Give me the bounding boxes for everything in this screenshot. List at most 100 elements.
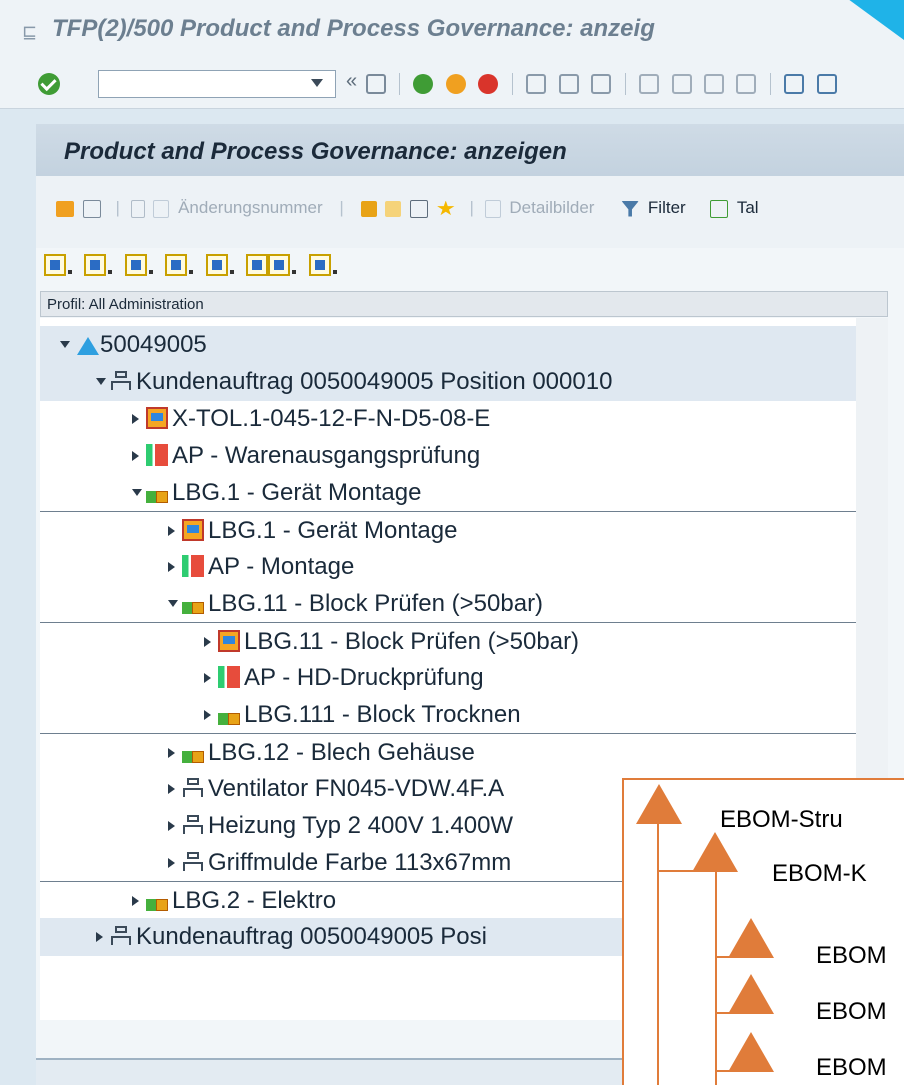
dropdown-dot-icon[interactable] — [331, 254, 339, 276]
table-icon[interactable] — [710, 199, 729, 218]
collapsed-triangle-icon[interactable] — [132, 451, 139, 461]
dropdown-dot-icon[interactable] — [290, 254, 298, 276]
tree-expand-icon[interactable] — [385, 200, 402, 217]
last-page-icon[interactable] — [736, 74, 757, 94]
print-icon[interactable] — [268, 254, 291, 276]
dropdown-dot-icon[interactable] — [187, 254, 195, 276]
material-icon — [182, 519, 204, 541]
root-icon — [74, 333, 99, 355]
back-collapse-icon[interactable]: « — [346, 70, 357, 92]
folder-open-icon[interactable] — [56, 200, 74, 217]
next-page-icon[interactable] — [704, 74, 725, 94]
bottom-panel — [36, 1058, 636, 1085]
enter-check-icon[interactable] — [38, 73, 60, 95]
document-icon[interactable] — [130, 199, 145, 218]
ebom-triangle-icon — [692, 832, 738, 872]
page-title: Product and Process Governance: anzeigen — [64, 138, 567, 165]
window-menu-icon[interactable]: ⊑ — [22, 22, 37, 43]
tree-node-label: LBG.11 - Block Prüfen (>50bar) — [244, 628, 580, 655]
tree-node[interactable]: Kundenauftrag 0050049005 Position 000010 — [40, 363, 856, 401]
shortcut-icon[interactable] — [816, 74, 837, 94]
tree-node[interactable]: LBG.11 - Block Prüfen (>50bar) — [40, 585, 856, 623]
connector-line — [715, 870, 717, 1085]
collapsed-triangle-icon[interactable] — [132, 414, 139, 424]
toolbar-separator — [511, 73, 513, 95]
collapse-all-icon[interactable] — [84, 254, 107, 276]
dropdown-dot-icon[interactable] — [228, 254, 236, 276]
tree-node[interactable]: LBG.12 - Blech Gehäuse — [40, 733, 856, 771]
layout-icon[interactable] — [308, 254, 331, 276]
chevron-down-icon[interactable] — [311, 79, 323, 87]
collapsed-triangle-icon[interactable] — [204, 673, 211, 683]
filter-icon[interactable] — [621, 200, 640, 217]
collapsed-triangle-icon[interactable] — [132, 896, 139, 906]
exit-icon[interactable] — [445, 74, 466, 94]
collapsed-triangle-icon[interactable] — [168, 858, 175, 868]
find-icon[interactable] — [558, 74, 579, 94]
sort-icon[interactable] — [124, 254, 147, 276]
details-icon[interactable] — [205, 254, 228, 276]
tree-node-label: Kundenauftrag 0050049005 Position 000010 — [136, 368, 613, 395]
expanded-triangle-icon[interactable] — [96, 378, 106, 385]
new-session-icon[interactable] — [784, 74, 805, 94]
command-field[interactable] — [98, 70, 336, 98]
profile-header: Profil: All Administration — [40, 291, 888, 317]
tree-structure-icon[interactable] — [360, 200, 377, 217]
work-plan-icon — [218, 666, 240, 688]
cancel-icon[interactable] — [478, 74, 499, 94]
glasses-icon[interactable] — [82, 199, 101, 218]
expanded-triangle-icon[interactable] — [132, 489, 142, 496]
collapsed-triangle-icon[interactable] — [168, 562, 175, 572]
expanded-triangle-icon[interactable] — [168, 600, 178, 607]
tree-node[interactable]: LBG.1 - Gerät Montage — [40, 511, 856, 549]
dropdown-dot-icon[interactable] — [147, 254, 155, 276]
work-plan-icon — [182, 555, 204, 577]
tree-node[interactable]: LBG.1 - Gerät Montage — [40, 474, 856, 512]
tree-node-label: Griffmulde Farbe 113x67mm — [208, 849, 512, 876]
expanded-triangle-icon[interactable] — [60, 341, 70, 348]
tree-node[interactable]: AP - Warenausgangsprüfung — [40, 437, 856, 475]
tree-node[interactable]: AP - HD-Druckprüfung — [40, 659, 856, 697]
tree-node[interactable]: X-TOL.1-045-12-F-N-D5-08-E — [40, 400, 856, 438]
columns-icon[interactable] — [410, 199, 429, 218]
refresh-icon[interactable] — [165, 254, 188, 276]
detail-images-icon[interactable] — [484, 199, 501, 218]
ebom-label: EBOM — [816, 942, 887, 969]
find-icon[interactable] — [246, 254, 269, 276]
detail-images-button[interactable]: Detailbilder — [509, 198, 594, 217]
dropdown-dot-icon[interactable] — [106, 254, 114, 276]
change-number-button[interactable]: Änderungsnummer — [178, 198, 323, 217]
collapsed-triangle-icon[interactable] — [168, 784, 175, 794]
change-number-icon[interactable] — [153, 199, 170, 218]
dropdown-dot-icon[interactable] — [66, 254, 74, 276]
collapsed-triangle-icon[interactable] — [204, 637, 211, 647]
expand-all-icon[interactable] — [44, 254, 66, 276]
collapsed-triangle-icon[interactable] — [168, 821, 175, 831]
toolbar-separator — [769, 73, 771, 95]
filter-button[interactable]: Filter — [648, 198, 686, 217]
favorite-star-icon[interactable] — [437, 200, 455, 216]
assembly-group-icon — [182, 741, 204, 763]
table-button[interactable]: Tal — [737, 198, 759, 217]
tree-node[interactable]: AP - Montage — [40, 548, 856, 586]
collapsed-triangle-icon[interactable] — [204, 710, 211, 720]
title-bar: ⊑ TFP(2)/500 Product and Process Governa… — [0, 0, 904, 60]
tree-node-label: LBG.12 - Blech Gehäuse — [208, 739, 475, 766]
collapsed-triangle-icon[interactable] — [168, 526, 175, 536]
tree-node-label: AP - Warenausgangsprüfung — [172, 442, 481, 469]
tree-node[interactable]: 50049005 — [40, 326, 856, 364]
tree-node-label: X-TOL.1-045-12-F-N-D5-08-E — [172, 405, 491, 432]
tree-node[interactable]: LBG.11 - Block Prüfen (>50bar) — [40, 622, 856, 660]
material-icon — [218, 630, 240, 652]
ebom-structure-overlay: EBOM-Stru EBOM-K EBOM EBOM EBOM — [622, 778, 904, 1085]
collapsed-triangle-icon[interactable] — [168, 748, 175, 758]
tree-node[interactable]: LBG.111 - Block Trocknen — [40, 696, 856, 734]
first-page-icon[interactable] — [639, 74, 660, 94]
save-icon[interactable] — [365, 74, 386, 94]
find-next-icon[interactable] — [591, 74, 612, 94]
back-icon[interactable] — [413, 74, 434, 94]
print-icon[interactable] — [526, 74, 547, 94]
collapsed-triangle-icon[interactable] — [96, 932, 103, 942]
sales-order-icon — [182, 814, 204, 836]
previous-page-icon[interactable] — [671, 74, 692, 94]
